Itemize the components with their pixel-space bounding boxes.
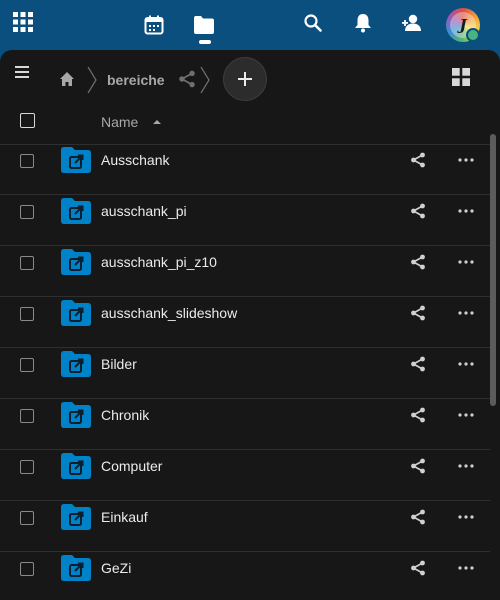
shared-folder-icon[interactable] <box>61 402 91 428</box>
share-icon[interactable] <box>410 152 426 168</box>
file-name[interactable]: Bilder <box>101 356 137 372</box>
shared-folder-icon[interactable] <box>61 453 91 479</box>
file-row[interactable]: Einkauf <box>0 501 490 552</box>
more-actions-icon[interactable] <box>457 408 475 422</box>
file-row[interactable]: ausschank_pi <box>0 195 490 246</box>
select-all-checkbox[interactable] <box>20 113 35 128</box>
new-button[interactable] <box>223 57 267 101</box>
share-icon[interactable] <box>410 254 426 270</box>
share-icon[interactable] <box>410 356 426 372</box>
shared-folder-icon[interactable] <box>61 147 91 173</box>
file-name[interactable]: GeZi <box>101 560 131 576</box>
file-name[interactable]: ausschank_pi_z10 <box>101 254 217 270</box>
more-actions-icon[interactable] <box>457 561 475 575</box>
more-actions-icon[interactable] <box>457 306 475 320</box>
top-bar: J <box>0 0 500 50</box>
file-name[interactable]: Chronik <box>101 407 149 423</box>
more-actions-icon[interactable] <box>457 255 475 269</box>
file-name[interactable]: Computer <box>101 458 162 474</box>
share-icon[interactable] <box>410 458 426 474</box>
sort-ascending-icon <box>153 120 161 124</box>
shared-folder-icon[interactable] <box>61 504 91 530</box>
breadcrumb-separator-icon <box>87 66 97 94</box>
file-row-checkbox[interactable] <box>20 562 34 576</box>
breadcrumb-separator-icon <box>200 66 210 94</box>
online-status-badge <box>466 28 480 42</box>
file-row[interactable]: Chronik <box>0 399 490 450</box>
file-list: Ausschank ausschank_pi ausschank_pi_z10aus… <box>0 144 490 600</box>
share-icon[interactable] <box>410 407 426 423</box>
file-list-header: Name <box>0 106 490 145</box>
file-row[interactable]: Computer <box>0 450 490 501</box>
home-icon[interactable] <box>56 68 78 90</box>
search-icon[interactable] <box>302 12 324 34</box>
shared-folder-icon[interactable] <box>61 351 91 377</box>
share-icon[interactable] <box>410 509 426 525</box>
file-row-checkbox[interactable] <box>20 409 34 423</box>
file-row-checkbox[interactable] <box>20 256 34 270</box>
file-row-checkbox[interactable] <box>20 154 34 168</box>
file-row[interactable]: Ausschank <box>0 144 490 195</box>
plus-icon <box>238 72 252 86</box>
share-icon[interactable] <box>410 560 426 576</box>
share-icon[interactable] <box>410 203 426 219</box>
file-row[interactable]: ausschank_pi_z10 <box>0 246 490 297</box>
apps-grid-icon[interactable] <box>12 11 34 33</box>
file-name[interactable]: ausschank_pi <box>101 203 187 219</box>
more-actions-icon[interactable] <box>457 459 475 473</box>
more-actions-icon[interactable] <box>457 204 475 218</box>
more-actions-icon[interactable] <box>457 153 475 167</box>
scrollbar[interactable] <box>490 134 496 406</box>
bell-icon[interactable] <box>352 12 374 34</box>
shared-folder-icon[interactable] <box>61 555 91 581</box>
shared-folder-icon[interactable] <box>61 198 91 224</box>
file-name[interactable]: ausschank_slideshow <box>101 305 237 321</box>
shared-folder-icon[interactable] <box>61 249 91 275</box>
files-app-panel: bereiche Name Ausschank ausschank_piaussc… <box>0 50 500 600</box>
contacts-icon[interactable] <box>400 12 424 34</box>
file-row-checkbox[interactable] <box>20 358 34 372</box>
file-row[interactable]: ausschank_slideshow <box>0 297 490 348</box>
more-actions-icon[interactable] <box>457 510 475 524</box>
shared-folder-icon[interactable] <box>61 300 91 326</box>
share-icon[interactable] <box>410 305 426 321</box>
file-row[interactable]: GeZi <box>0 552 490 600</box>
share-icon[interactable] <box>178 70 196 88</box>
breadcrumb-current-folder[interactable]: bereiche <box>107 72 165 88</box>
active-app-indicator <box>199 40 211 44</box>
calendar-icon[interactable] <box>142 13 166 37</box>
grid-view-icon[interactable] <box>452 68 470 86</box>
menu-icon[interactable] <box>10 60 34 84</box>
file-name[interactable]: Ausschank <box>101 152 169 168</box>
file-row-checkbox[interactable] <box>20 307 34 321</box>
file-row-checkbox[interactable] <box>20 205 34 219</box>
file-row-checkbox[interactable] <box>20 460 34 474</box>
folder-icon[interactable] <box>192 13 216 37</box>
name-column-header[interactable]: Name <box>101 114 138 130</box>
file-row-checkbox[interactable] <box>20 511 34 525</box>
file-name[interactable]: Einkauf <box>101 509 148 525</box>
file-row[interactable]: Bilder <box>0 348 490 399</box>
more-actions-icon[interactable] <box>457 357 475 371</box>
